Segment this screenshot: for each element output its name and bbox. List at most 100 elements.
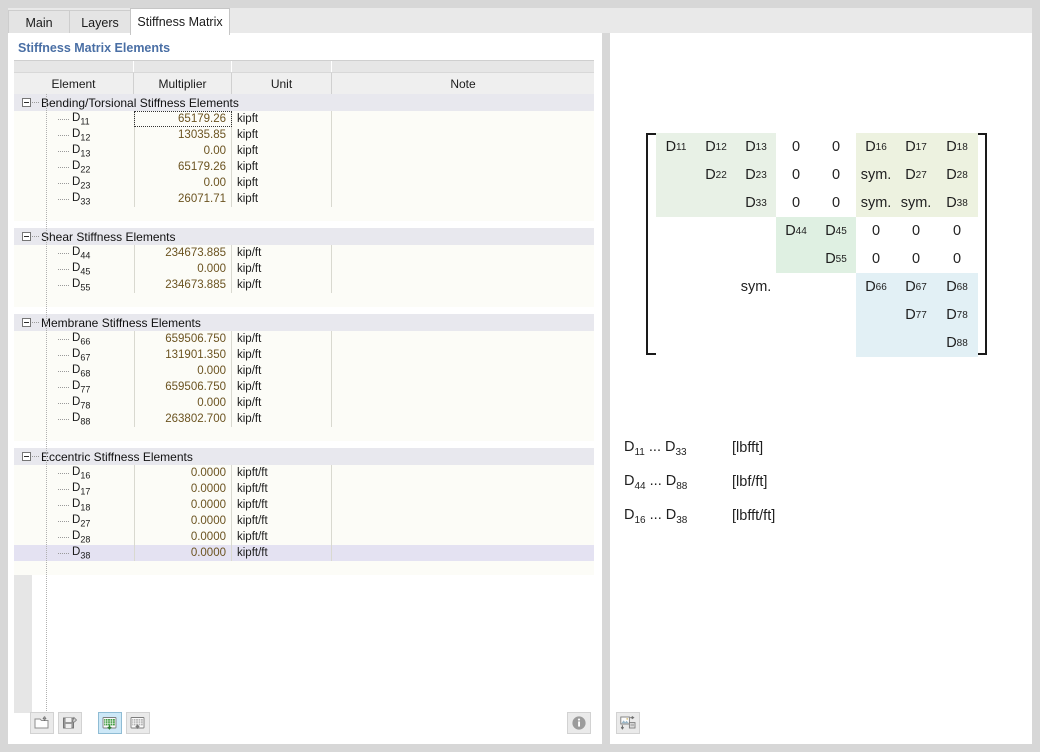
cell-element[interactable]: D16 (14, 465, 134, 481)
cell-element[interactable]: D45 (14, 261, 134, 277)
open-folder-icon[interactable] (30, 712, 54, 734)
cell-multiplier[interactable]: 0.00 (134, 143, 232, 159)
cell-element[interactable]: D67 (14, 347, 134, 363)
cell-element[interactable]: D77 (14, 379, 134, 395)
cell-multiplier[interactable]: 659506.750 (134, 379, 232, 395)
cell-element[interactable]: D33 (14, 191, 134, 207)
cell-note[interactable] (332, 143, 594, 159)
cell-note[interactable] (332, 545, 594, 561)
cell-multiplier[interactable]: 65179.26 (134, 111, 232, 127)
cell-element[interactable]: D27 (14, 513, 134, 529)
table-row[interactable]: D160.0000kipft/ft (14, 465, 594, 481)
cell-note[interactable] (332, 127, 594, 143)
cell-note[interactable] (332, 363, 594, 379)
cell-element[interactable]: D66 (14, 331, 134, 347)
table-row[interactable]: D66659506.750kip/ft (14, 331, 594, 347)
cell-multiplier[interactable]: 0.0000 (134, 465, 232, 481)
cell-multiplier[interactable]: 0.0000 (134, 529, 232, 545)
cell-multiplier[interactable]: 0.0000 (134, 545, 232, 561)
cell-element[interactable]: D78 (14, 395, 134, 411)
cell-multiplier[interactable]: 0.000 (134, 363, 232, 379)
cell-note[interactable] (332, 465, 594, 481)
cell-multiplier[interactable]: 0.0000 (134, 513, 232, 529)
tab-stiffness-matrix[interactable]: Stiffness Matrix (130, 8, 230, 35)
collapse-icon[interactable] (22, 232, 31, 241)
cell-element[interactable]: D18 (14, 497, 134, 513)
column-header-note[interactable]: Note (332, 73, 594, 94)
table-row[interactable]: D380.0000kipft/ft (14, 545, 594, 561)
export-spreadsheet-icon[interactable] (126, 712, 150, 734)
tab-main[interactable]: Main (8, 10, 70, 34)
cell-element[interactable]: D23 (14, 175, 134, 191)
table-row[interactable]: D270.0000kipft/ft (14, 513, 594, 529)
table-group-header[interactable]: Bending/Torsional Stiffness Elements (14, 94, 594, 111)
cell-multiplier[interactable]: 65179.26 (134, 159, 232, 175)
cell-note[interactable] (332, 395, 594, 411)
cell-element[interactable]: D68 (14, 363, 134, 379)
cell-element[interactable]: D55 (14, 277, 134, 293)
cell-element[interactable]: D38 (14, 545, 134, 561)
cell-element[interactable]: D88 (14, 411, 134, 427)
table-row[interactable]: D450.000kip/ft (14, 261, 594, 277)
table-row[interactable]: D130.00kipft (14, 143, 594, 159)
cell-multiplier[interactable]: 0.00 (134, 175, 232, 191)
cell-note[interactable] (332, 411, 594, 427)
table-row[interactable]: D44234673.885kip/ft (14, 245, 594, 261)
cell-element[interactable]: D11 (14, 111, 134, 127)
cell-element[interactable]: D28 (14, 529, 134, 545)
cell-note[interactable] (332, 175, 594, 191)
table-row[interactable]: D280.0000kipft/ft (14, 529, 594, 545)
table-row[interactable]: D180.0000kipft/ft (14, 497, 594, 513)
cell-element[interactable]: D17 (14, 481, 134, 497)
cell-note[interactable] (332, 331, 594, 347)
export-image-icon[interactable] (616, 712, 640, 734)
cell-multiplier[interactable]: 26071.71 (134, 191, 232, 207)
cell-note[interactable] (332, 529, 594, 545)
cell-note[interactable] (332, 191, 594, 207)
column-header-element[interactable]: Element (14, 73, 134, 94)
table-row[interactable]: D170.0000kipft/ft (14, 481, 594, 497)
table-body[interactable]: Bending/Torsional Stiffness ElementsD116… (14, 94, 594, 713)
cell-multiplier[interactable]: 13035.85 (134, 127, 232, 143)
collapse-icon[interactable] (22, 318, 31, 327)
table-row[interactable]: D88263802.700kip/ft (14, 411, 594, 427)
cell-multiplier[interactable]: 659506.750 (134, 331, 232, 347)
column-header-unit[interactable]: Unit (232, 73, 332, 94)
cell-note[interactable] (332, 513, 594, 529)
cell-multiplier[interactable]: 263802.700 (134, 411, 232, 427)
collapse-icon[interactable] (22, 98, 31, 107)
cell-multiplier[interactable]: 0.0000 (134, 497, 232, 513)
table-row[interactable]: D55234673.885kip/ft (14, 277, 594, 293)
table-row[interactable]: D1165179.26kipft (14, 111, 594, 127)
table-row[interactable]: D680.000kip/ft (14, 363, 594, 379)
cell-note[interactable] (332, 497, 594, 513)
cell-note[interactable] (332, 277, 594, 293)
column-header-multiplier[interactable]: Multiplier (134, 73, 232, 94)
cell-note[interactable] (332, 111, 594, 127)
info-icon[interactable] (567, 712, 591, 734)
cell-element[interactable]: D22 (14, 159, 134, 175)
cell-element[interactable]: D13 (14, 143, 134, 159)
cell-multiplier[interactable]: 131901.350 (134, 347, 232, 363)
collapse-icon[interactable] (22, 452, 31, 461)
table-group-header[interactable]: Shear Stiffness Elements (14, 228, 594, 245)
import-spreadsheet-icon[interactable] (98, 712, 122, 734)
table-group-header[interactable]: Membrane Stiffness Elements (14, 314, 594, 331)
cell-multiplier[interactable]: 0.000 (134, 261, 232, 277)
table-row[interactable]: D3326071.71kipft (14, 191, 594, 207)
cell-multiplier[interactable]: 0.0000 (134, 481, 232, 497)
cell-element[interactable]: D44 (14, 245, 134, 261)
table-group-header[interactable]: Eccentric Stiffness Elements (14, 448, 594, 465)
table-row[interactable]: D67131901.350kip/ft (14, 347, 594, 363)
cell-multiplier[interactable]: 0.000 (134, 395, 232, 411)
table-row[interactable]: D230.00kipft (14, 175, 594, 191)
table-row[interactable]: D1213035.85kipft (14, 127, 594, 143)
cell-note[interactable] (332, 481, 594, 497)
cell-note[interactable] (332, 347, 594, 363)
cell-note[interactable] (332, 261, 594, 277)
cell-multiplier[interactable]: 234673.885 (134, 277, 232, 293)
cell-note[interactable] (332, 245, 594, 261)
table-row[interactable]: D780.000kip/ft (14, 395, 594, 411)
table-row[interactable]: D77659506.750kip/ft (14, 379, 594, 395)
table-row[interactable]: D2265179.26kipft (14, 159, 594, 175)
